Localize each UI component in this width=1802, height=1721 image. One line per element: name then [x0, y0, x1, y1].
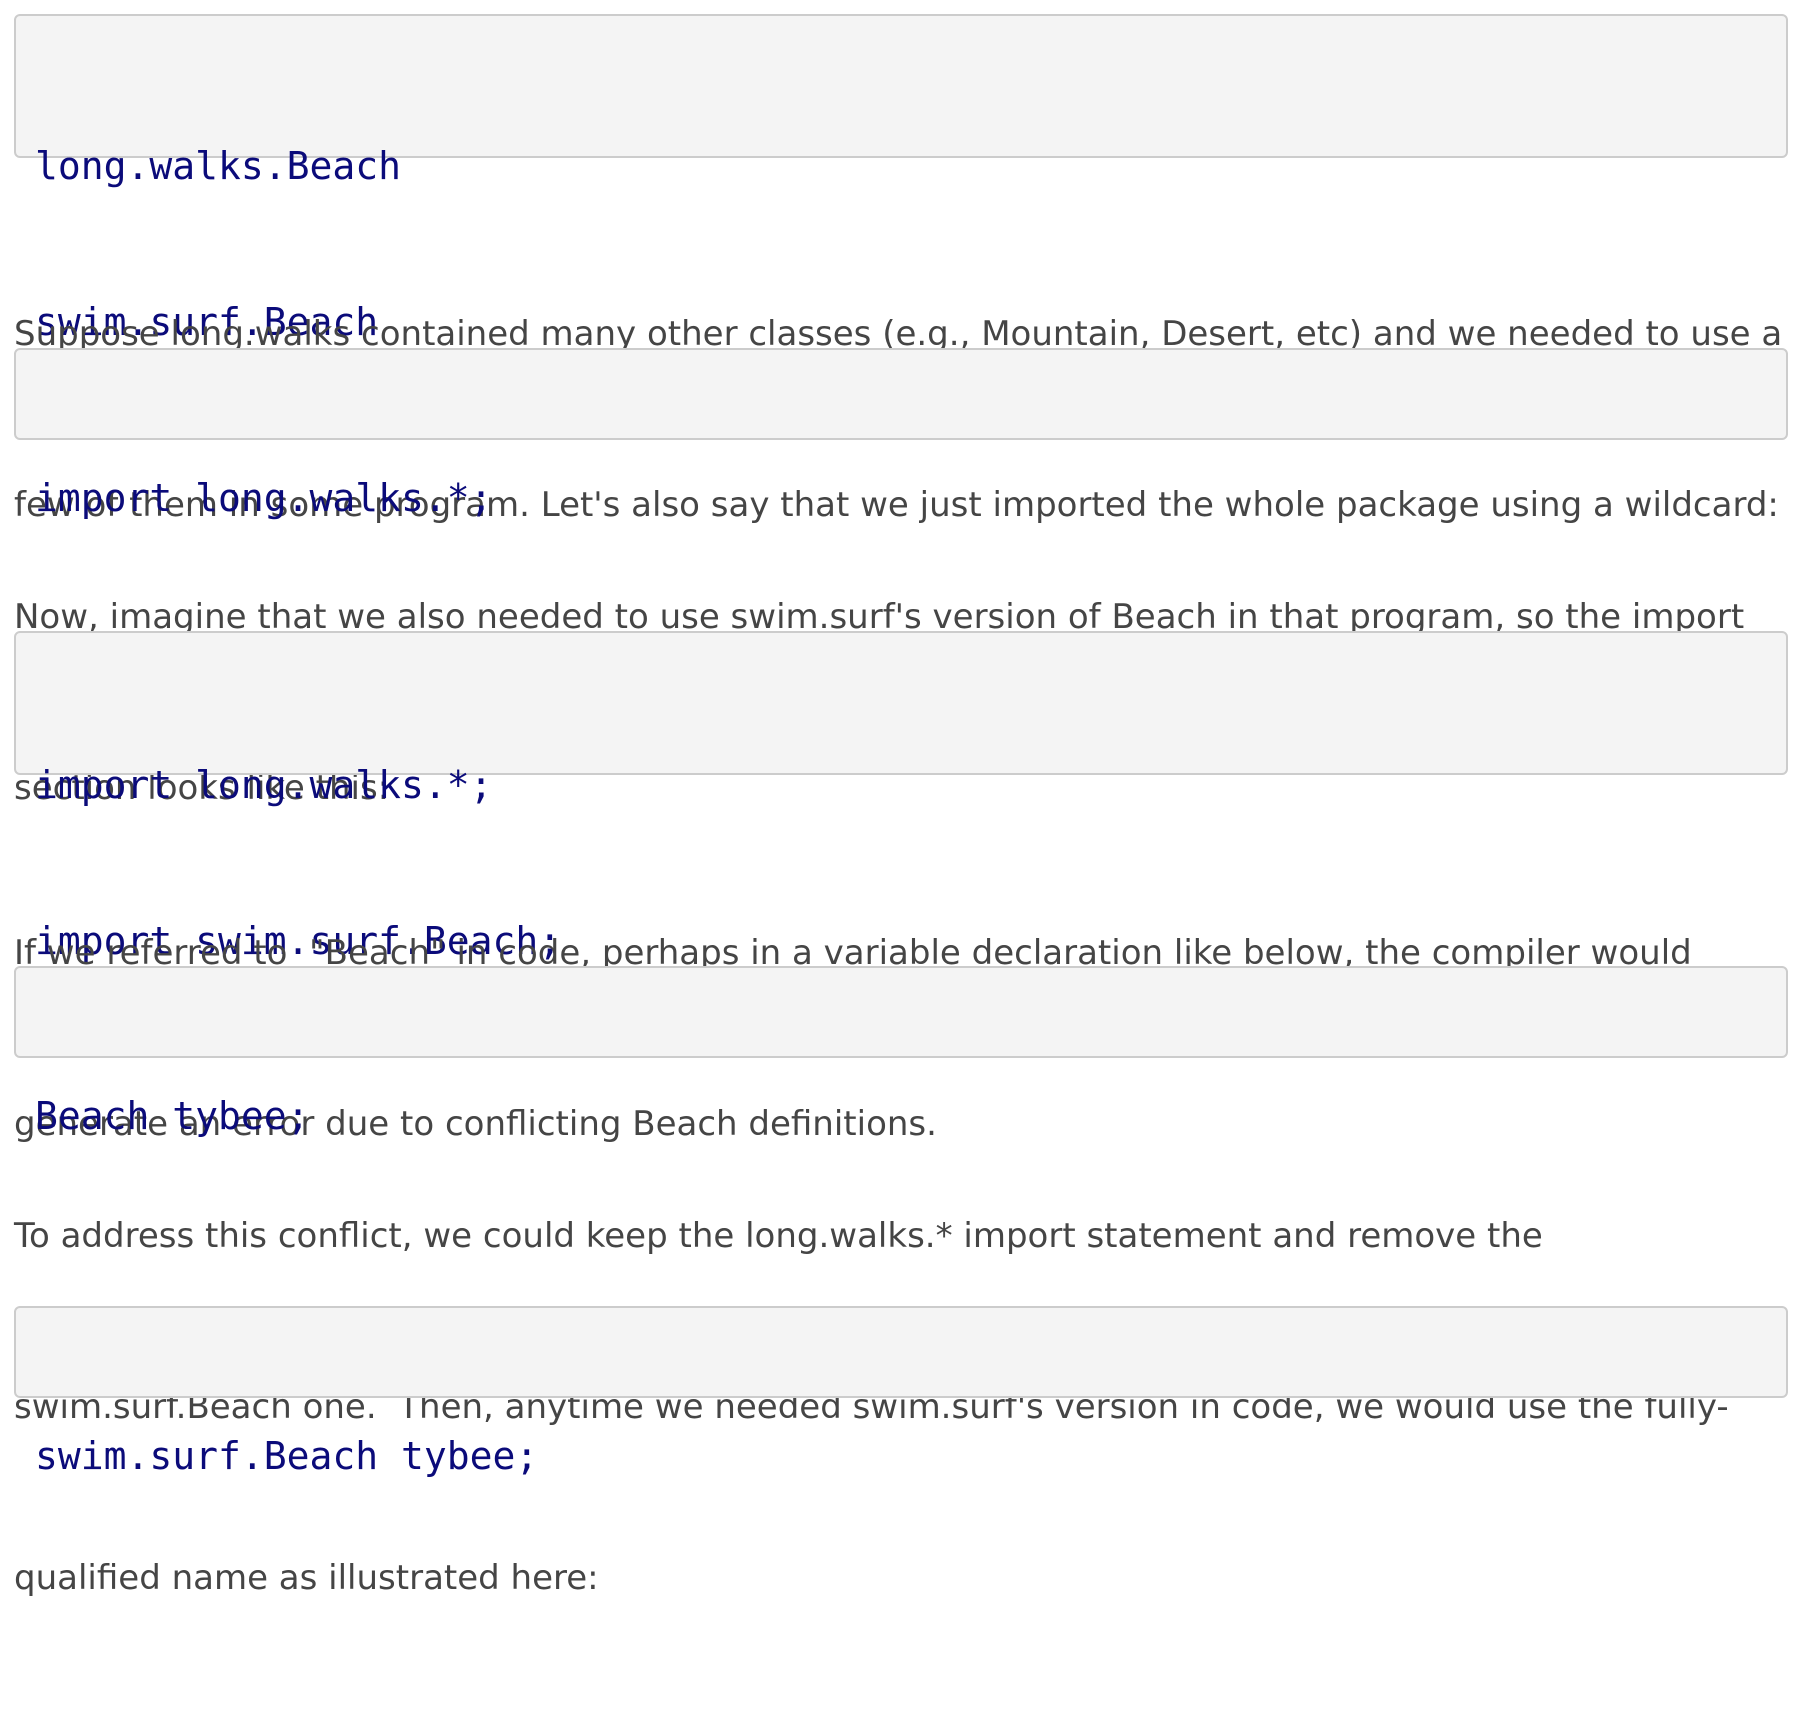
code-block-wildcard-import: import long.walks.*; — [14, 348, 1788, 520]
code-line: long.walks.Beach — [35, 144, 402, 188]
code-block-qualified-declaration: swim.surf.Beach tybee; — [14, 1306, 1788, 1478]
code-block-two-imports: import long.walks.*; import swim.surf.Be… — [14, 631, 1788, 963]
paragraph-line: To address this conflict, we could keep … — [14, 1216, 1543, 1256]
code-block-package-classes: long.walks.Beach swim.surf.Beach — [14, 14, 1788, 344]
code-line: swim.surf.Beach tybee; — [35, 1434, 539, 1478]
paragraph-line: qualified name as illustrated here: — [14, 1558, 599, 1598]
code-line: import long.walks.*; — [35, 763, 493, 807]
code-block-variable-declaration: Beach tybee; — [14, 966, 1788, 1138]
